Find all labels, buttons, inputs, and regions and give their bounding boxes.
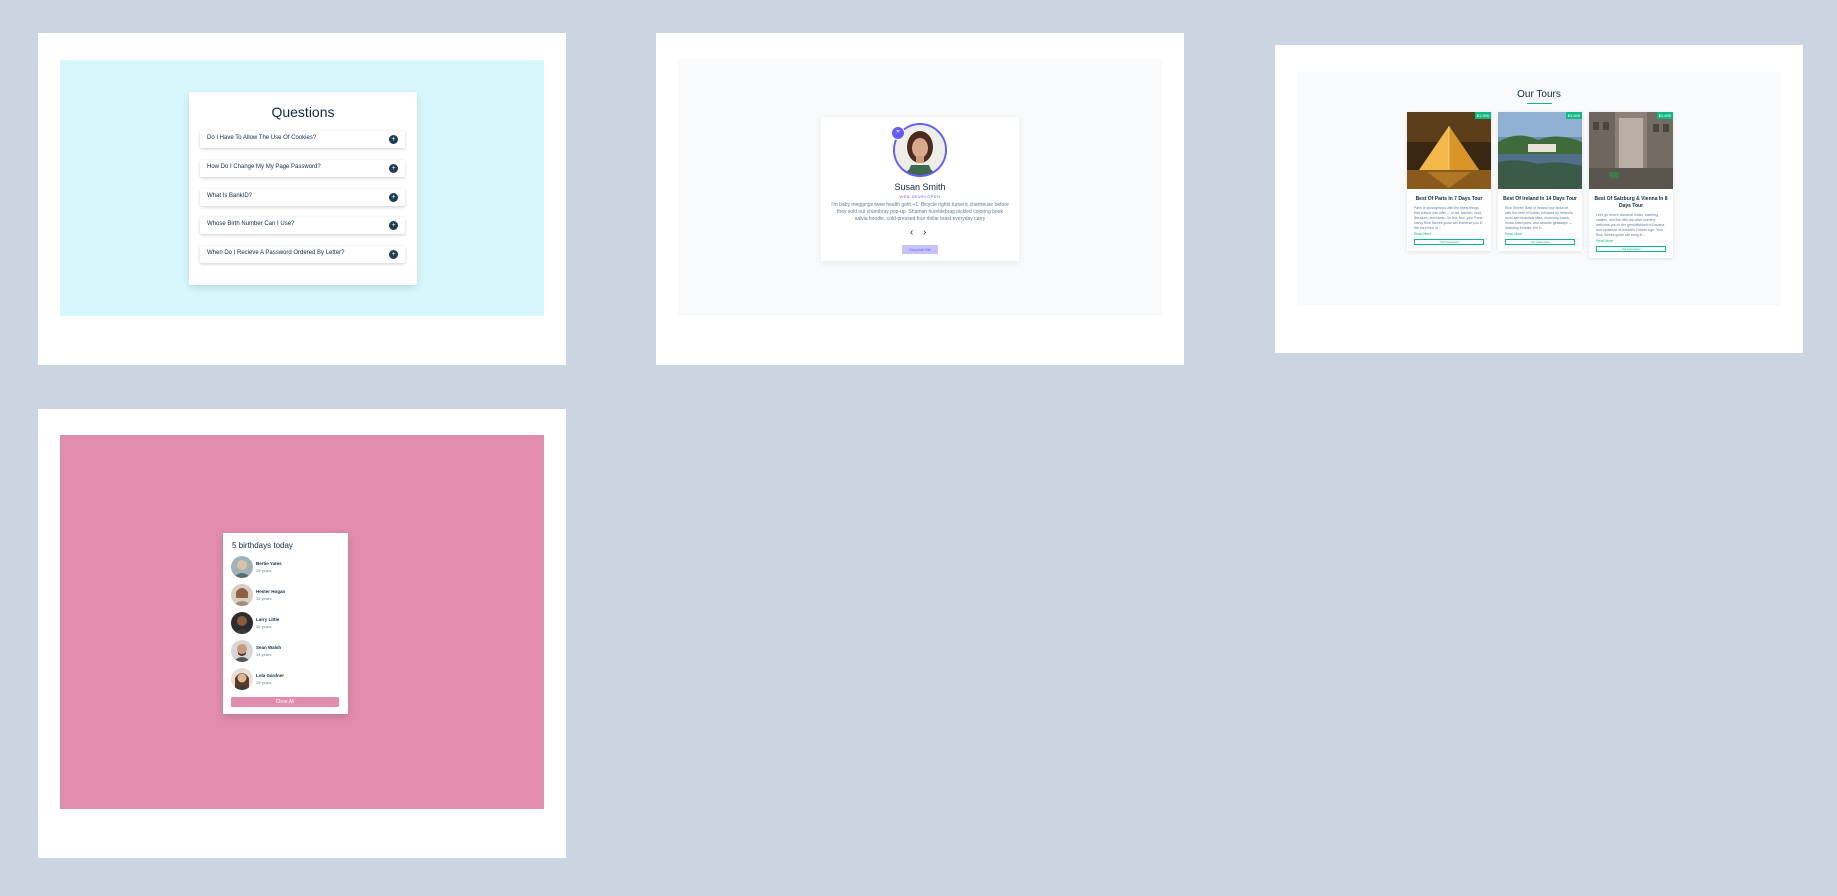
question-text: When Do I Recieve A Password Ordered By … bbox=[207, 250, 345, 256]
list-item: Lola Gardner 29 years bbox=[231, 668, 336, 690]
questions-panel: Questions Do I Have To Allow The Use Of … bbox=[38, 33, 566, 365]
surprise-button[interactable]: Surprise Me bbox=[902, 245, 938, 254]
tour-name: Best Of Ireland In 14 Days Tour bbox=[1503, 196, 1577, 202]
question-text: What Is BankID? bbox=[207, 193, 253, 199]
list-item: Bertie Yates 29 years bbox=[231, 556, 336, 578]
tour-info: Paris is synonymous with the finest thin… bbox=[1414, 206, 1484, 230]
avatar bbox=[231, 668, 253, 690]
avatar bbox=[231, 556, 253, 578]
tour-image: $3,895 bbox=[1498, 112, 1582, 189]
plus-icon[interactable]: + bbox=[389, 164, 398, 173]
tour-card: $1,995 Best Of Paris In 7 Days Tour Pari… bbox=[1407, 112, 1491, 251]
avatar bbox=[231, 612, 253, 634]
birthday-background: 5 birthdays today Bertie Yates 29 years … bbox=[60, 435, 544, 809]
question-item[interactable]: Do I Have To Allow The Use Of Cookies? + bbox=[200, 131, 405, 148]
person-job: WEB DEVELOPER bbox=[899, 194, 941, 199]
birthday-title: 5 birthdays today bbox=[232, 541, 293, 550]
tour-image: $1,995 bbox=[1407, 112, 1491, 189]
person-age: 29 years bbox=[256, 680, 272, 685]
tours-background: Our Tours $1,995 Best Of Paris In 7 Days… bbox=[1297, 72, 1781, 306]
tours-panel: Our Tours $1,995 Best Of Paris In 7 Days… bbox=[1275, 45, 1803, 353]
question-item[interactable]: What Is BankID? + bbox=[200, 189, 405, 206]
person-age: 36 years bbox=[256, 624, 272, 629]
plus-icon[interactable]: + bbox=[389, 221, 398, 230]
chevron-left-icon[interactable]: ‹ bbox=[910, 228, 913, 238]
clear-all-button[interactable]: Clear All bbox=[231, 697, 339, 707]
tour-name: Best Of Paris In 7 Days Tour bbox=[1415, 196, 1483, 202]
tours-title: Our Tours bbox=[1517, 89, 1561, 100]
question-item[interactable]: How Do I Change My My Page Password? + bbox=[200, 160, 405, 177]
avatar bbox=[231, 584, 253, 606]
person-name: Susan Smith bbox=[894, 182, 946, 192]
birthday-panel: 5 birthdays today Bertie Yates 29 years … bbox=[38, 409, 566, 858]
person-photo-ring: ” bbox=[891, 123, 947, 177]
tour-image: $2,695 bbox=[1589, 112, 1673, 189]
plus-icon[interactable]: + bbox=[389, 250, 398, 259]
chevron-right-icon[interactable]: › bbox=[923, 228, 926, 238]
review-background: ” Susan Smith WEB DEVELOPER I'm baby meg… bbox=[678, 59, 1162, 316]
not-interested-button[interactable]: Not Interested bbox=[1414, 239, 1484, 245]
person-name: Lola Gardner bbox=[256, 673, 285, 678]
questions-container: Questions Do I Have To Allow The Use Of … bbox=[189, 92, 417, 285]
question-item[interactable]: Whose Birth Number Can I Use? + bbox=[200, 217, 405, 234]
person-name: Larry Little bbox=[256, 617, 280, 622]
tour-card: $2,695 Best Of Salzburg & Vienna In 8 Da… bbox=[1589, 112, 1673, 258]
person-age: 29 years bbox=[256, 568, 272, 573]
tour-card: $3,895 Best Of Ireland In 14 Days Tour R… bbox=[1498, 112, 1582, 251]
tour-price: $2,695 bbox=[1656, 112, 1673, 119]
question-item[interactable]: When Do I Recieve A Password Ordered By … bbox=[200, 246, 405, 263]
review-text: I'm baby meggings twee health goth +1. B… bbox=[831, 202, 1009, 222]
not-interested-button[interactable]: Not Interested bbox=[1505, 239, 1575, 245]
questions-title: Questions bbox=[271, 104, 335, 120]
read-more-link[interactable]: Read More bbox=[1414, 232, 1484, 236]
read-more-link[interactable]: Read More bbox=[1596, 239, 1666, 243]
person-name: Sean Walsh bbox=[256, 645, 282, 650]
questions-background: Questions Do I Have To Allow The Use Of … bbox=[60, 60, 544, 316]
not-interested-button[interactable]: Not Interested bbox=[1596, 246, 1666, 252]
person-name: Bertie Yates bbox=[256, 561, 282, 566]
person-age: 32 years bbox=[256, 596, 272, 601]
avatar bbox=[231, 640, 253, 662]
question-text: Do I Have To Allow The Use Of Cookies? bbox=[207, 135, 317, 141]
birthday-list-container: 5 birthdays today Bertie Yates 29 years … bbox=[223, 533, 348, 714]
plus-icon[interactable]: + bbox=[389, 135, 398, 144]
tour-price: $1,995 bbox=[1474, 112, 1491, 119]
review-card: ” Susan Smith WEB DEVELOPER I'm baby meg… bbox=[821, 117, 1019, 261]
tour-price: $3,895 bbox=[1565, 112, 1582, 119]
question-text: Whose Birth Number Can I Use? bbox=[207, 221, 295, 227]
question-text: How Do I Change My My Page Password? bbox=[207, 164, 321, 170]
review-panel: ” Susan Smith WEB DEVELOPER I'm baby meg… bbox=[656, 33, 1184, 365]
title-underline bbox=[1527, 103, 1552, 104]
quote-icon: ” bbox=[891, 126, 905, 140]
tour-info: Rick Steves' Best of Ireland tour kicks … bbox=[1505, 206, 1573, 230]
list-item: Sean Walsh 34 years bbox=[231, 640, 336, 662]
list-item: Larry Little 36 years bbox=[231, 612, 336, 634]
person-age: 34 years bbox=[256, 652, 272, 657]
list-item: Hester Hogan 32 years bbox=[231, 584, 336, 606]
read-more-link[interactable]: Read More bbox=[1505, 232, 1575, 236]
person-name: Hester Hogan bbox=[256, 589, 286, 594]
tour-info: Let's go where classical music, towering… bbox=[1596, 213, 1665, 237]
plus-icon[interactable]: + bbox=[389, 193, 398, 202]
tour-name: Best Of Salzburg & Vienna In 8 Days Tour bbox=[1594, 196, 1668, 209]
